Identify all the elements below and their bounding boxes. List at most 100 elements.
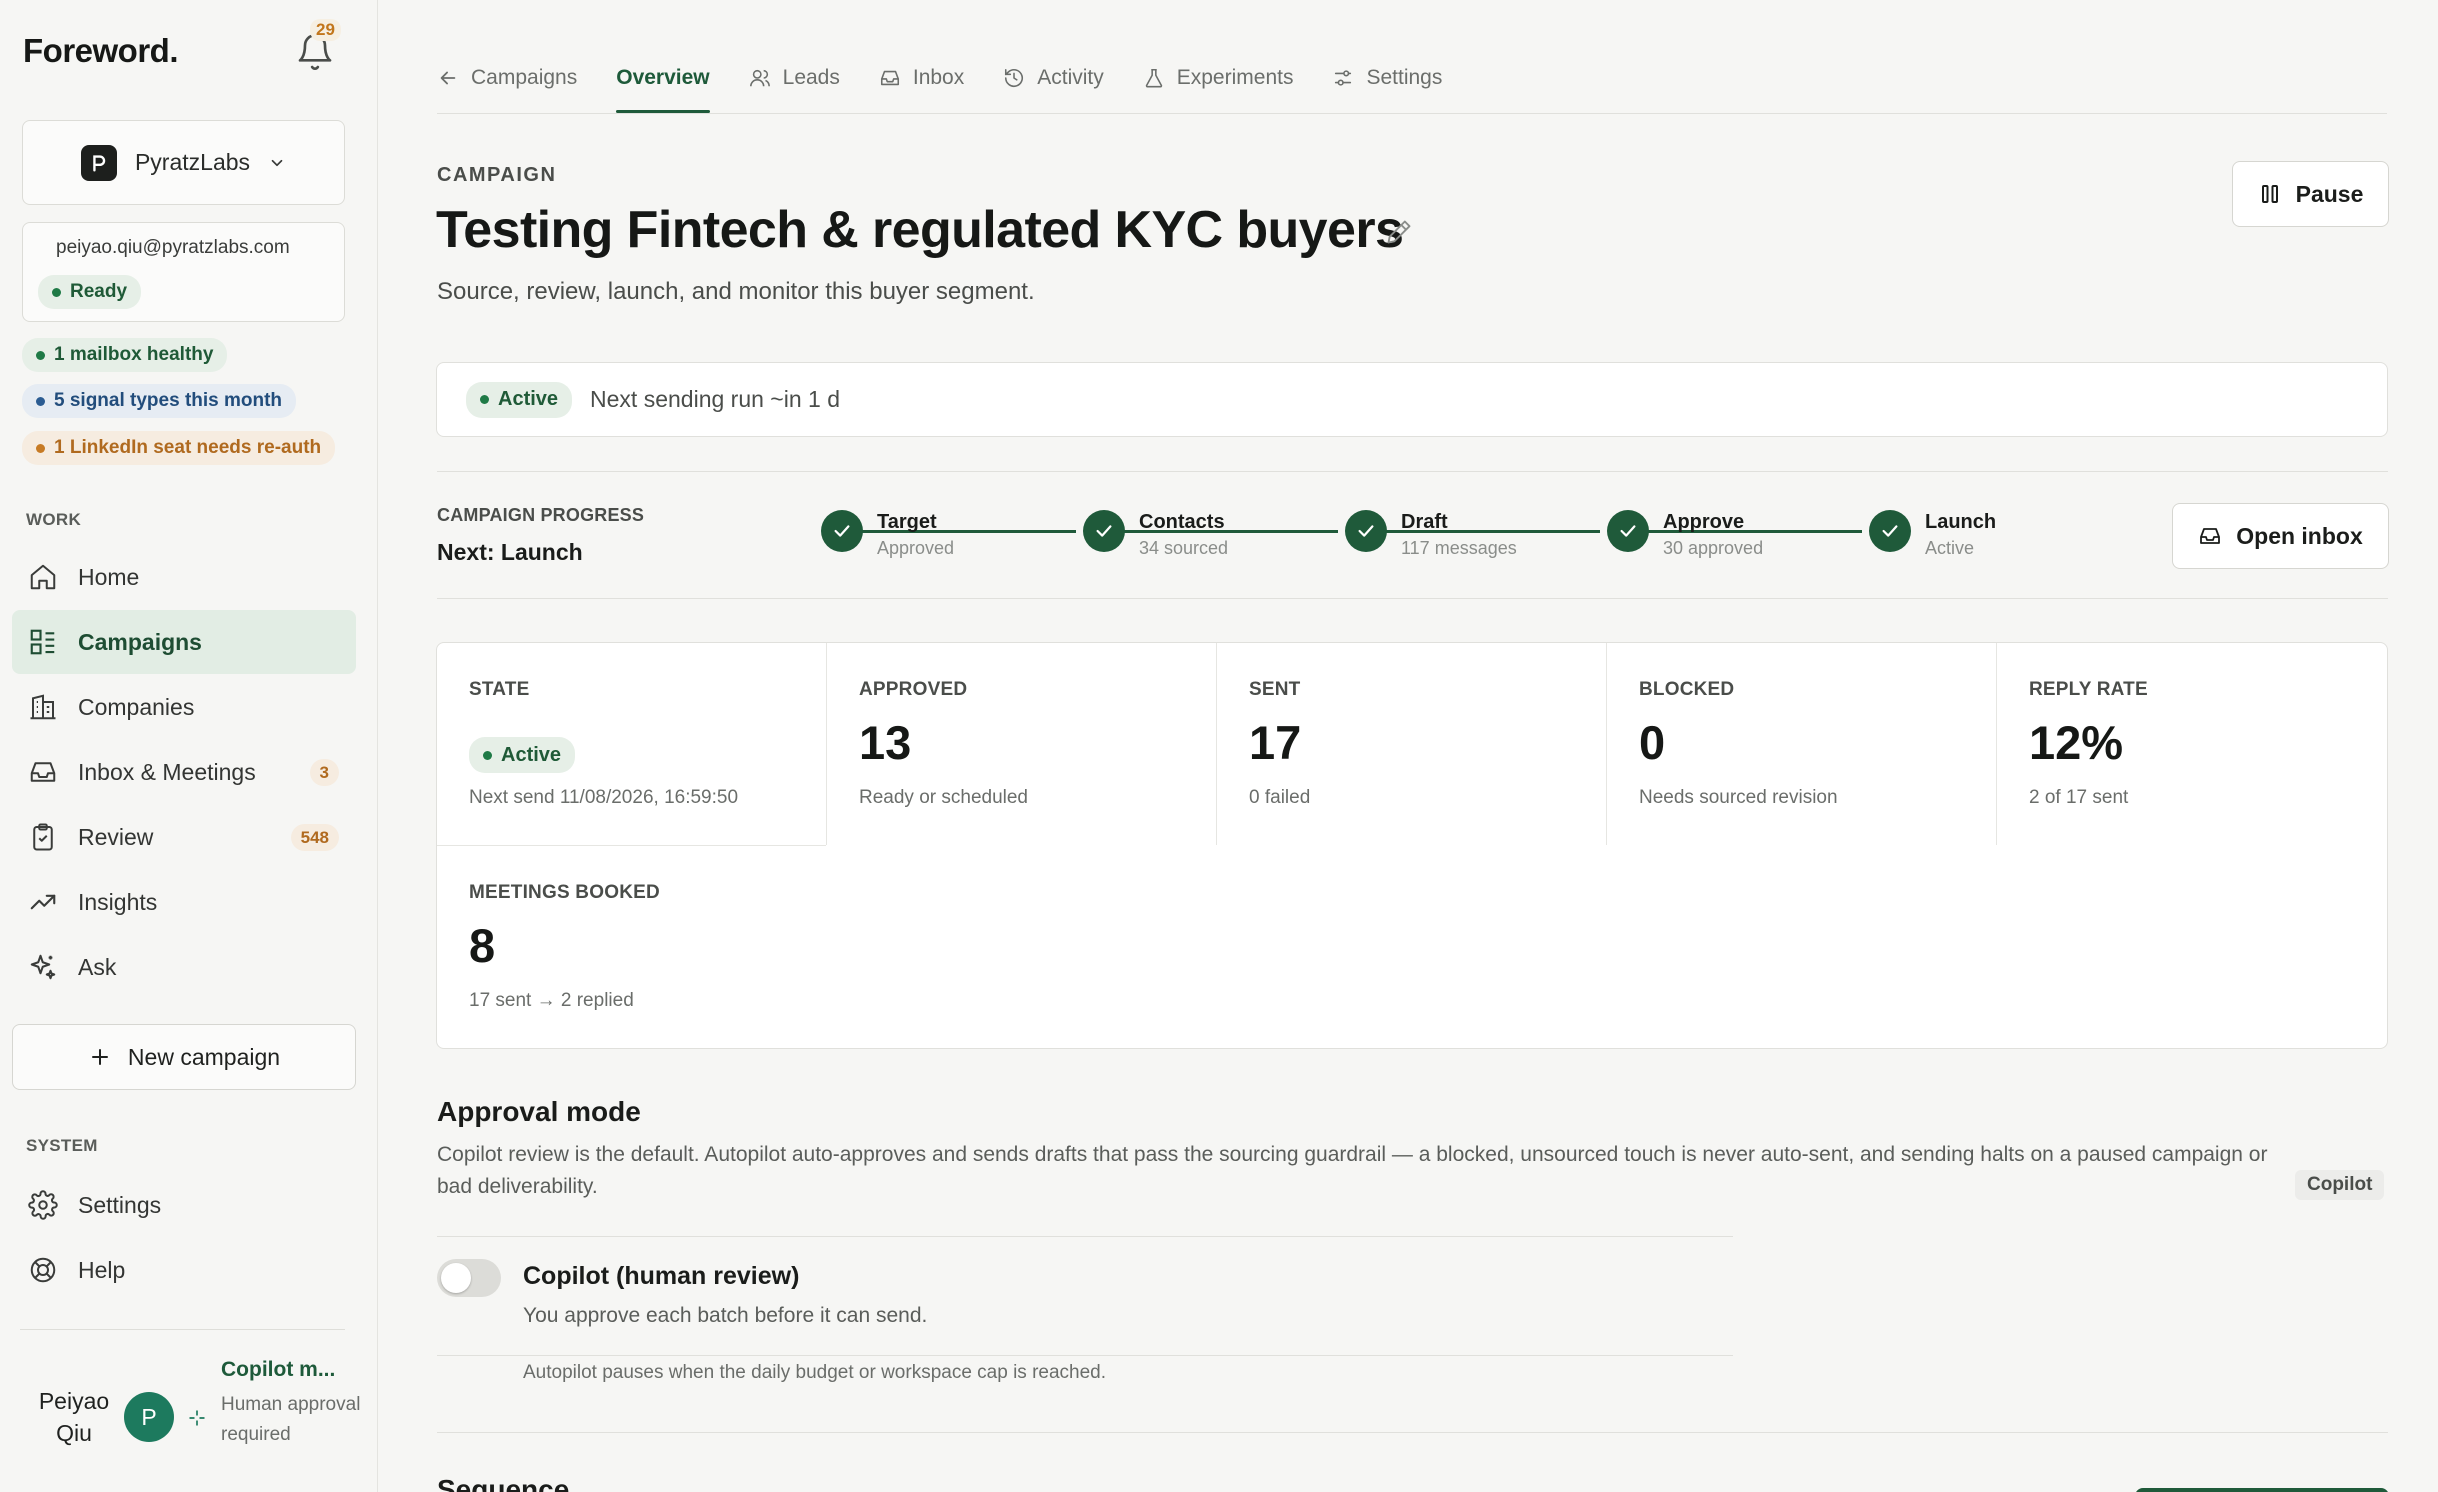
inbox-icon [880,70,899,86]
stat-sent: SENT 17 0 failed [1217,643,1607,845]
account-status-badge: Ready [38,275,142,309]
step-approve-status: 30 approved [1663,538,1764,558]
workspace-switcher[interactable]: PyratzLabs [22,120,345,205]
account-card[interactable]: peiyao.qiu@pyratzlabs.com Ready [22,222,345,322]
section-divider [437,471,2388,472]
sidebar-item-companies[interactable]: Companies [12,675,356,739]
section-divider [437,1432,2388,1433]
approval-mode-tag: Copilot [2295,1170,2385,1200]
workspace-logo-icon [80,144,117,181]
flask-icon [1145,68,1162,88]
sidebar-item-campaigns[interactable]: Campaigns [12,610,356,674]
approval-mode-heading: Approval mode [437,1096,641,1127]
section-divider [437,1355,1733,1356]
sidebar-item-insights[interactable]: Insights [12,870,356,934]
step-draft-status: 117 messages [1401,538,1517,558]
account-email: peiyao.qiu@pyratzlabs.com [56,237,290,258]
step-contacts-status: 34 sourced [1139,538,1229,558]
step-complete-icon [1607,510,1649,552]
stat-approved: APPROVED 13 Ready or scheduled [827,643,1217,845]
sparkle-icon [189,1410,205,1426]
user-mode-title[interactable]: Copilot m... [221,1358,335,1382]
step-draft[interactable]: Draft [1401,511,1448,534]
tab-settings[interactable]: Settings [1332,62,1442,94]
copilot-toggle-label: Copilot (human review) [523,1262,800,1290]
step-approve[interactable]: Approve [1663,511,1744,534]
tab-back-campaigns[interactable]: Campaigns [437,62,577,94]
signal-types-badge[interactable]: 5 signal types this month [22,384,297,418]
next-run-text: Next sending run ~in 1 d [590,386,840,412]
inbox-icon [2200,528,2221,544]
step-complete-icon [821,510,863,552]
section-divider [437,598,2388,599]
stat-blocked: BLOCKED 0 Needs sourced revision [1607,643,1997,845]
sidebar-divider [20,1329,345,1330]
inbox-icon [30,762,56,782]
step-launch[interactable]: Launch [1925,511,1996,534]
tab-inbox[interactable]: Inbox [879,62,964,94]
step-contacts[interactable]: Contacts [1139,511,1225,534]
gear-icon [28,1190,58,1220]
clipboard-icon [33,823,53,851]
campaign-status-bar: Active Next sending run ~in 1 d [436,362,2388,437]
work-section-label: WORK [26,510,82,529]
review-count-badge: 548 [290,824,339,851]
step-target-status: Approved [877,538,955,558]
sidebar: Foreword. 29 PyratzLabs peiyao.qiu@pyrat… [0,0,378,1492]
lifebuoy-icon [30,1257,56,1283]
section-divider [437,1236,1733,1237]
sidebar-item-settings[interactable]: Settings [12,1173,356,1237]
sidebar-item-inbox-meetings[interactable]: Inbox & Meetings 3 [12,740,356,804]
copilot-toggle[interactable] [437,1259,501,1297]
user-name[interactable]: Peiyao Qiu [34,1385,114,1449]
step-complete-icon [1869,510,1911,552]
step-launch-status: Active [1925,538,1975,558]
step-target[interactable]: Target [877,511,937,534]
step-complete-icon [1345,510,1387,552]
sidebar-item-help[interactable]: Help [12,1238,356,1302]
pencil-icon[interactable] [1385,218,1413,246]
sequence-action-button[interactable] [2135,1488,2389,1492]
sidebar-item-review[interactable]: Review 548 [12,805,356,869]
app-logo[interactable]: Foreword. [23,32,179,70]
autopilot-note: Autopilot pauses when the daily budget o… [523,1362,1107,1383]
approval-mode-description: Copilot review is the default. Autopilot… [437,1143,2268,1198]
state-badge: Active [469,737,576,773]
status-badge: Active [466,381,573,418]
linkedin-reauth-badge[interactable]: 1 LinkedIn seat needs re-auth [22,431,336,465]
trend-icon [30,894,56,910]
user-mode-description: Human approval required [221,1394,361,1445]
chevron-down-icon [271,159,283,166]
sequence-heading: Sequence [437,1474,570,1492]
tabs-divider [437,113,2387,114]
users-icon [749,69,770,87]
sliders-icon [1335,70,1352,86]
page-subtitle: Source, review, launch, and monitor this… [437,278,1035,305]
system-section-label: SYSTEM [26,1136,98,1155]
tab-activity[interactable]: Activity [1003,62,1104,94]
progress-next-step: Next: Launch [437,539,583,565]
open-inbox-button[interactable]: Open inbox [2172,503,2389,569]
sidebar-item-home[interactable]: Home [12,545,356,609]
inbox-count-badge: 3 [309,759,339,786]
notification-count: 29 [310,19,341,41]
tab-overview[interactable]: Overview [616,62,711,113]
campaigns-icon [30,629,55,655]
avatar[interactable]: P [124,1392,174,1442]
sidebar-item-ask[interactable]: Ask [12,935,356,999]
sparkle-icon [30,954,56,980]
page-title: Testing Fintech & regulated KYC buyers [436,201,1404,259]
plus-icon [91,1049,108,1065]
toggle-knob [441,1263,471,1293]
tab-experiments[interactable]: Experiments [1143,62,1293,94]
new-campaign-button[interactable]: New campaign [12,1024,356,1090]
pause-icon [2261,185,2278,203]
campaign-eyebrow: CAMPAIGN [437,164,557,186]
stat-reply-rate: REPLY RATE 12% 2 of 17 sent [2029,679,2148,808]
mailbox-health-badge[interactable]: 1 mailbox healthy [22,338,228,372]
tab-leads[interactable]: Leads [749,62,840,94]
arrow-left-icon [440,71,456,85]
step-complete-icon [1083,510,1125,552]
pause-button[interactable]: Pause [2232,161,2389,227]
building-icon [30,694,56,720]
